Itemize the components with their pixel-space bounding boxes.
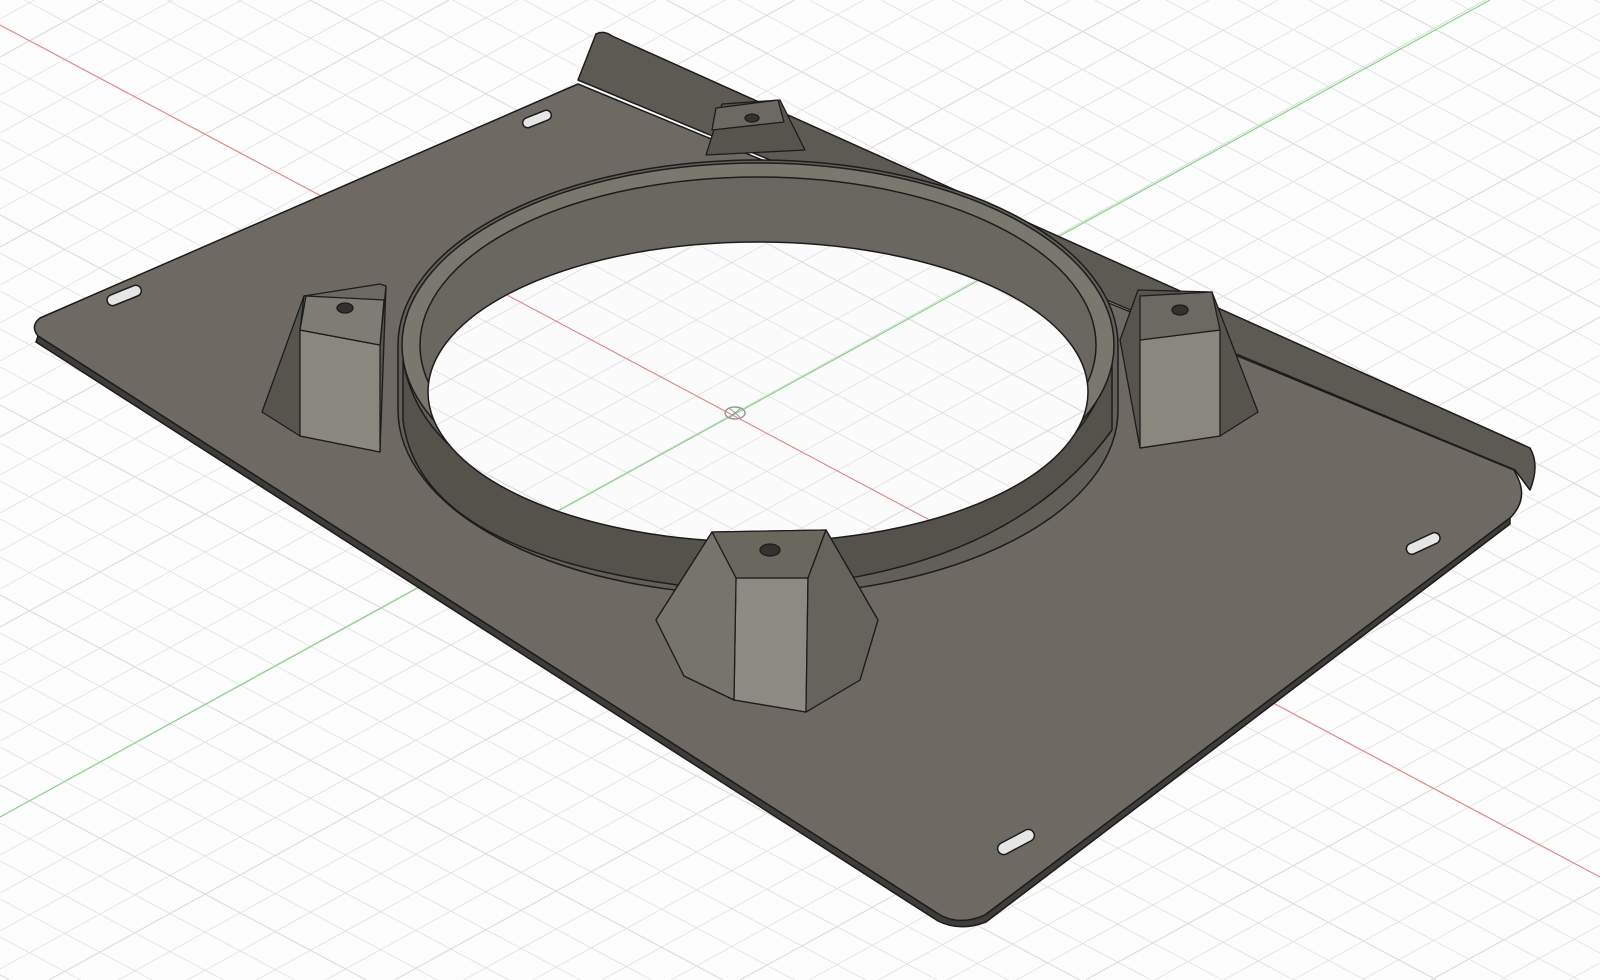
- grid-line: [0, 784, 367, 980]
- viewport-canvas[interactable]: [0, 0, 1600, 980]
- grid-line: [0, 0, 173, 96]
- grid-line: [0, 860, 224, 980]
- grid-line: [1292, 810, 1600, 980]
- grid-line: [1522, 0, 1600, 42]
- grid-line: [1166, 0, 1600, 232]
- grid-line: [0, 822, 295, 980]
- grid-line: [1568, 962, 1600, 980]
- grid-line: [0, 632, 652, 980]
- grid-line: [0, 898, 153, 980]
- grid-line: [1380, 0, 1600, 118]
- grid-line: [0, 670, 581, 980]
- grid-line: [1361, 848, 1600, 980]
- grid-line: [1451, 0, 1600, 80]
- grid-line: [0, 0, 242, 134]
- grid-line: [0, 0, 104, 58]
- fan-ring: [397, 159, 1119, 596]
- grid-line: [0, 746, 438, 980]
- mount-boss-right: [1119, 289, 1259, 449]
- grid-line: [1094, 0, 1600, 270]
- cad-3d-viewport[interactable]: [0, 0, 1600, 980]
- grid-line: [1237, 0, 1600, 194]
- grid-line: [0, 974, 10, 980]
- grid-line: [0, 0, 312, 172]
- grid-line: [1154, 734, 1600, 980]
- mount-boss-back: [705, 99, 806, 156]
- grid-line: [1223, 772, 1600, 980]
- grid-line: [1594, 0, 1600, 4]
- grid-line: [1308, 0, 1600, 156]
- grid-line: [1430, 886, 1600, 980]
- ring-opening: [427, 241, 1089, 543]
- grid-line: [0, 936, 81, 980]
- grid-line: [0, 0, 381, 210]
